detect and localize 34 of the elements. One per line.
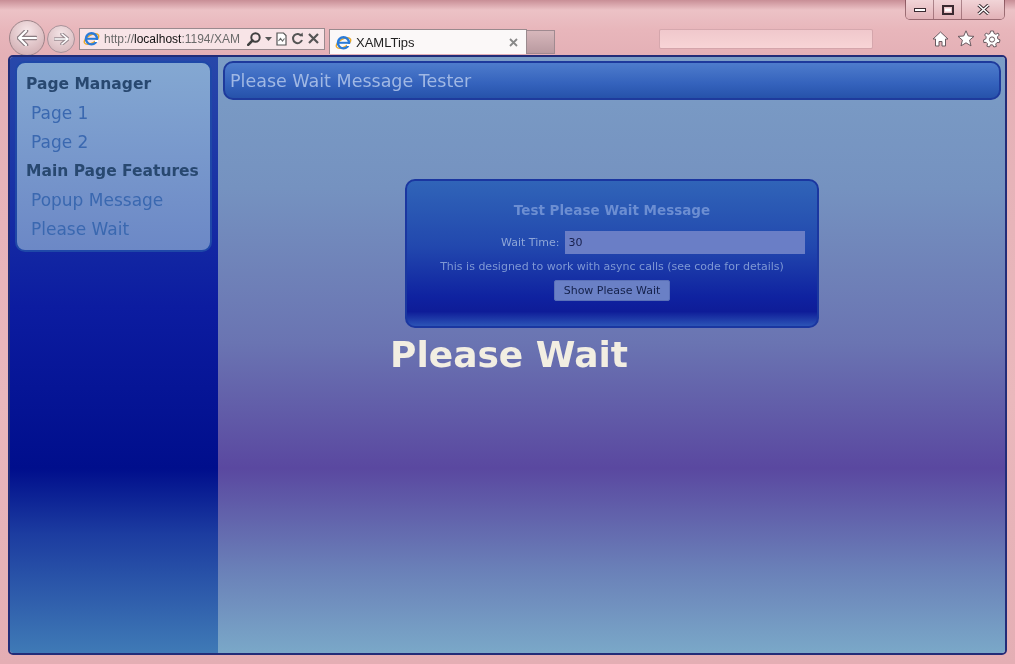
home-icon[interactable] (932, 30, 949, 47)
search-icon[interactable] (247, 31, 261, 46)
page-icon[interactable] (276, 31, 287, 46)
arrow-right-icon (53, 32, 69, 45)
caret-icon[interactable] (265, 36, 272, 41)
minimize-icon (913, 7, 926, 12)
maximize-icon (941, 4, 954, 15)
address-text: http://localhost:1194/XAM (104, 31, 241, 46)
refresh-icon[interactable] (291, 32, 304, 45)
page-title: Please Wait Message Tester (230, 70, 472, 91)
search-field[interactable] (659, 28, 873, 49)
sidebar-link[interactable]: Page 1 (26, 99, 210, 128)
please-wait-message: Please Wait (390, 333, 629, 377)
close-icon (976, 4, 990, 15)
minimize-button[interactable] (906, 0, 934, 19)
dialog-title: Test Please Wait Message (513, 202, 711, 218)
maximize-button[interactable] (934, 0, 962, 19)
favicon-icon (335, 33, 352, 51)
field-label: Wait Time: (501, 236, 560, 249)
close-tab-icon[interactable] (509, 37, 518, 47)
close-button[interactable] (962, 0, 1004, 19)
favicon-icon (83, 30, 100, 47)
stop-icon[interactable] (308, 33, 319, 44)
address-field[interactable]: http://localhost:1194/XAM (79, 27, 325, 50)
section-heading: Main Page Features (26, 161, 200, 182)
arrow-left-icon (17, 29, 37, 46)
browser-tab[interactable]: XAMLTips (329, 29, 527, 54)
back-button[interactable] (9, 19, 45, 56)
star-icon[interactable] (957, 30, 975, 47)
note-text: This is designed to work with async calls (see code for details) (440, 260, 784, 273)
settings-icon[interactable] (983, 29, 1001, 48)
section-heading: Page Manager (26, 74, 153, 95)
wait-time-input[interactable]: 30 (565, 231, 806, 254)
show-please-wait-button[interactable]: Show Please Wait (553, 280, 671, 301)
